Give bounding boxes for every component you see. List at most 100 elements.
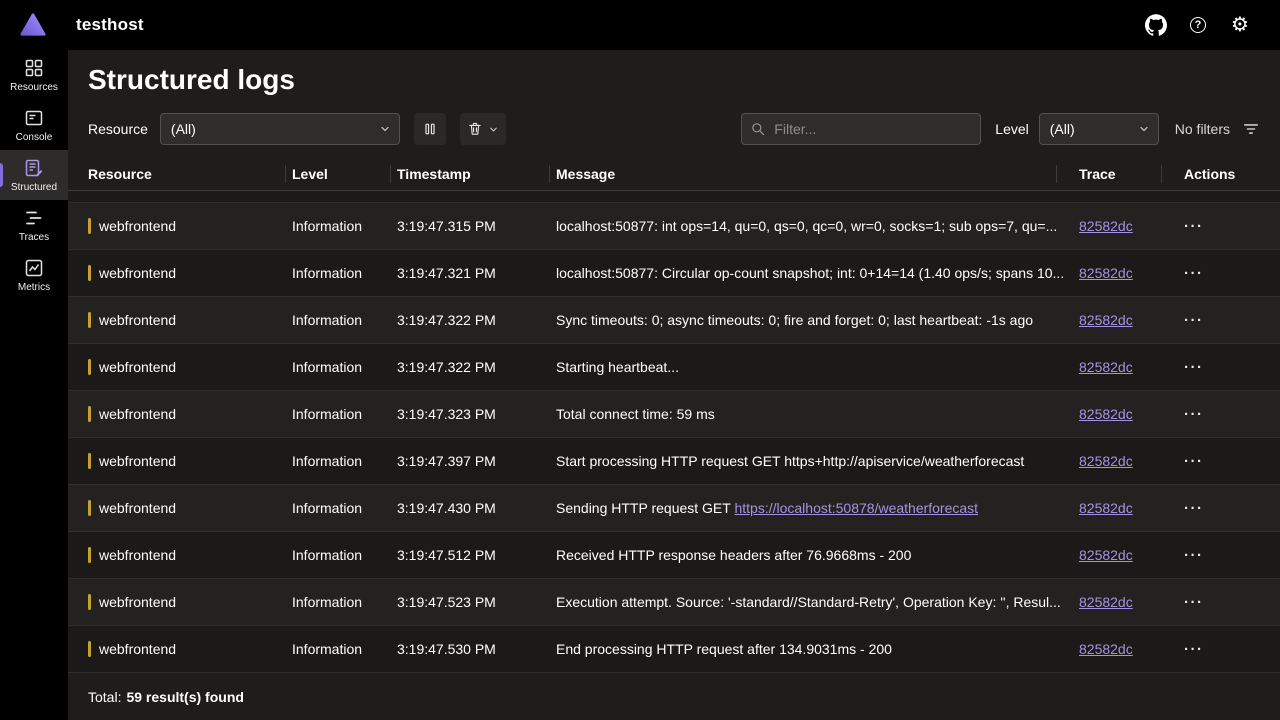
trace-link[interactable]: 82582dc [1079, 547, 1133, 563]
sidebar-nav: Resources Console Structured Traces Metrics [0, 50, 68, 720]
total-value: 59 result(s) found [126, 689, 243, 705]
resource-color-indicator [88, 641, 91, 657]
column-header-timestamp: Timestamp [397, 166, 556, 182]
trace-link[interactable]: 82582dc [1079, 594, 1133, 610]
resource-color-indicator [88, 453, 91, 469]
log-message: localhost:50877: int ops=14, qu=0, qs=0,… [556, 218, 1063, 234]
pause-logs-button[interactable] [414, 113, 446, 145]
traces-icon [24, 208, 44, 228]
log-row[interactable]: webfrontendInformation3:19:47.323 PMTota… [68, 391, 1280, 438]
sidebar-item-label: Console [16, 132, 53, 143]
column-header-level: Level [292, 166, 397, 182]
trace-link[interactable]: 82582dc [1079, 453, 1133, 469]
log-row[interactable]: webfrontendInformation3:19:47.313 PMloca… [68, 191, 1280, 203]
sidebar-item-console[interactable]: Console [0, 100, 68, 150]
resource-color-indicator [88, 359, 91, 375]
log-row[interactable]: webfrontendInformation3:19:47.322 PMStar… [68, 344, 1280, 391]
resource-color-indicator [88, 218, 91, 234]
level-filter-select[interactable]: (All) [1039, 113, 1159, 145]
row-actions-button[interactable]: ··· [1184, 594, 1204, 611]
github-icon [1145, 14, 1167, 36]
trash-icon [467, 121, 483, 137]
row-actions-button[interactable]: ··· [1184, 641, 1204, 658]
level-filter-label: Level [995, 121, 1028, 137]
trace-link[interactable]: 82582dc [1079, 218, 1133, 234]
log-row[interactable]: webfrontendInformation3:19:47.315 PMloca… [68, 203, 1280, 250]
log-timestamp: 3:19:47.322 PM [397, 312, 556, 328]
trace-link[interactable]: 82582dc [1079, 265, 1133, 281]
log-row[interactable]: webfrontendInformation3:19:47.530 PMEnd … [68, 626, 1280, 673]
settings-button[interactable]: ⚙ [1228, 13, 1252, 37]
metrics-icon [24, 258, 44, 278]
sidebar-item-traces[interactable]: Traces [0, 200, 68, 250]
console-icon [24, 108, 44, 128]
log-level: Information [292, 594, 397, 610]
trace-link[interactable]: 82582dc [1079, 359, 1133, 375]
results-summary: Total: 59 result(s) found [68, 674, 1280, 720]
log-row[interactable]: webfrontendInformation3:19:47.430 PMSend… [68, 485, 1280, 532]
sidebar-item-resources[interactable]: Resources [0, 50, 68, 100]
sidebar-item-structured[interactable]: Structured [0, 150, 68, 200]
row-actions-button[interactable]: ··· [1184, 265, 1204, 282]
search-icon [750, 121, 766, 137]
filter-input[interactable] [772, 120, 972, 138]
row-actions-button[interactable]: ··· [1184, 453, 1204, 470]
toolbar: Resource (All) Level (All) No filters [68, 113, 1280, 145]
resource-name: webfrontend [99, 547, 176, 563]
row-actions-button[interactable]: ··· [1184, 312, 1204, 329]
log-timestamp: 3:19:47.315 PM [397, 218, 556, 234]
help-button[interactable]: ? [1186, 13, 1210, 37]
table-header: ResourceLevelTimestampMessageTraceAction… [68, 157, 1280, 191]
resource-filter-value: (All) [171, 121, 379, 137]
log-row[interactable]: webfrontendInformation3:19:47.512 PMRece… [68, 532, 1280, 579]
row-actions-button[interactable]: ··· [1184, 406, 1204, 423]
trace-link[interactable]: 82582dc [1079, 500, 1133, 516]
row-actions-button[interactable]: ··· [1184, 547, 1204, 564]
log-message: Sending HTTP request GET https://localho… [556, 500, 1063, 516]
log-timestamp: 3:19:47.530 PM [397, 641, 556, 657]
pause-icon [422, 121, 438, 137]
row-actions-button[interactable]: ··· [1184, 218, 1204, 235]
trace-link[interactable]: 82582dc [1079, 406, 1133, 422]
log-timestamp: 3:19:47.512 PM [397, 547, 556, 563]
log-row[interactable]: webfrontendInformation3:19:47.322 PMSync… [68, 297, 1280, 344]
trace-link[interactable]: 82582dc [1079, 312, 1133, 328]
column-header-message: Message [556, 166, 1063, 182]
sidebar-item-metrics[interactable]: Metrics [0, 250, 68, 300]
filter-options-button[interactable] [1238, 116, 1264, 142]
resource-color-indicator [88, 594, 91, 610]
resources-icon [24, 58, 44, 78]
filter-icon [1242, 120, 1260, 138]
clear-logs-button[interactable] [460, 113, 506, 145]
row-actions-button[interactable]: ··· [1184, 500, 1204, 517]
log-message: Starting heartbeat... [556, 359, 1063, 375]
log-level: Information [292, 547, 397, 563]
chevron-down-icon [379, 123, 391, 135]
log-row[interactable]: webfrontendInformation3:19:47.321 PMloca… [68, 250, 1280, 297]
filters-status: No filters [1175, 121, 1230, 137]
row-actions-button[interactable]: ··· [1184, 359, 1204, 376]
log-level: Information [292, 406, 397, 422]
log-level: Information [292, 641, 397, 657]
log-message: Sync timeouts: 0; async timeouts: 0; fir… [556, 312, 1063, 328]
resource-name: webfrontend [99, 265, 176, 281]
log-timestamp: 3:19:47.323 PM [397, 406, 556, 422]
sidebar-item-label: Metrics [18, 282, 50, 293]
chevron-down-icon [488, 124, 499, 135]
resource-filter-label: Resource [88, 121, 148, 137]
log-row[interactable]: webfrontendInformation3:19:47.397 PMStar… [68, 438, 1280, 485]
filter-searchbox[interactable] [741, 113, 981, 145]
main-content: Structured logs Resource (All) Level (Al… [68, 50, 1280, 720]
trace-link[interactable]: 82582dc [1079, 641, 1133, 657]
log-timestamp: 3:19:47.430 PM [397, 500, 556, 516]
resource-filter-select[interactable]: (All) [160, 113, 400, 145]
message-url-link[interactable]: https://localhost:50878/weatherforecast [734, 500, 978, 516]
github-button[interactable] [1144, 13, 1168, 37]
log-row[interactable]: webfrontendInformation3:19:47.523 PMExec… [68, 579, 1280, 626]
column-header-resource: Resource [88, 166, 292, 182]
page-title: Structured logs [88, 64, 1280, 96]
app-title: testhost [76, 15, 144, 35]
log-level: Information [292, 500, 397, 516]
sidebar-item-label: Traces [19, 232, 49, 243]
log-level: Information [292, 312, 397, 328]
